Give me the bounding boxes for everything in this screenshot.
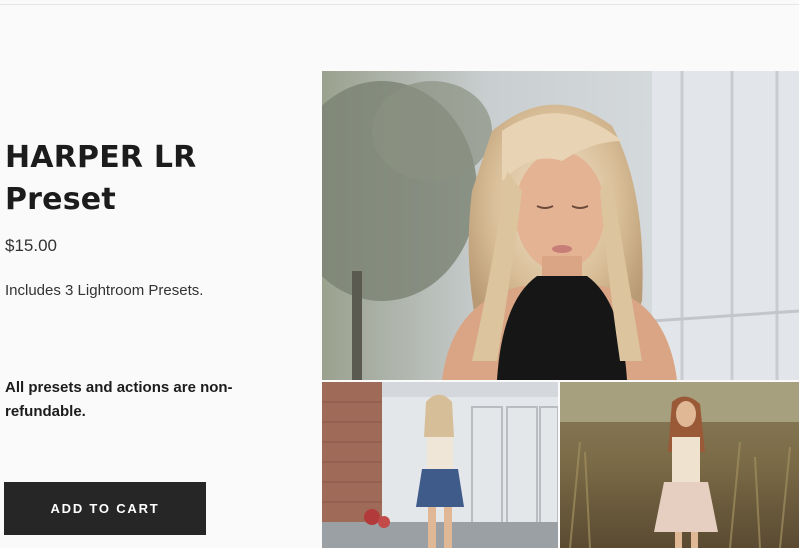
product-description: Includes 3 Lightroom Presets. xyxy=(5,282,204,299)
main-product-photo[interactable] xyxy=(322,71,799,380)
product-price: $15.00 xyxy=(5,236,57,255)
thumbnail-photo-1[interactable] xyxy=(322,382,558,548)
add-to-cart-button[interactable]: ADD TO CART xyxy=(4,482,206,535)
header-divider xyxy=(0,4,799,5)
refund-policy-note: All presets and actions are non-refundab… xyxy=(5,379,233,420)
product-title: HARPER LR Preset xyxy=(5,140,197,217)
thumbnail-photo-2[interactable] xyxy=(560,382,799,548)
